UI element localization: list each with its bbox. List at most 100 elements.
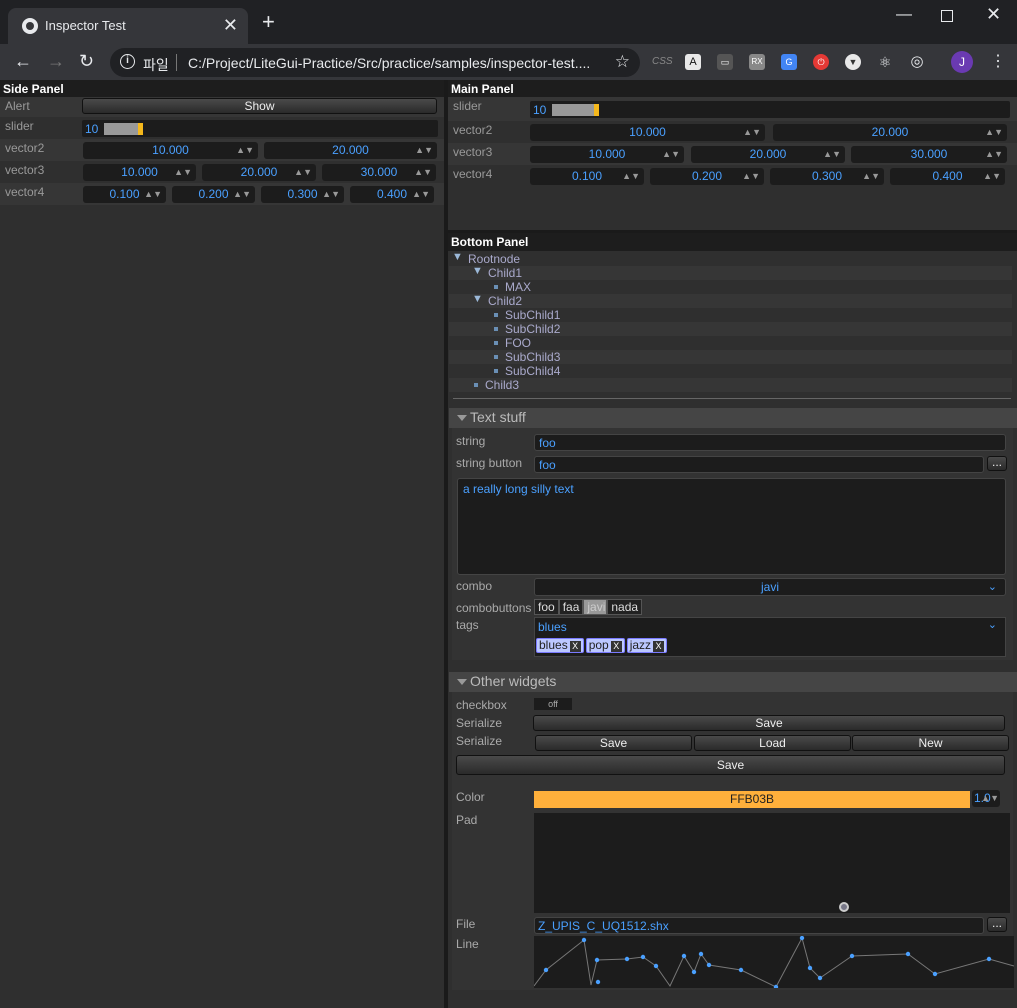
spinner-icon[interactable]: ▲▼ xyxy=(174,164,192,181)
menu-icon[interactable]: ⋮ xyxy=(990,51,1006,71)
shield-extension-icon[interactable]: ▼ xyxy=(845,54,861,70)
vector4-y-input[interactable]: 0.200 ▲▼ xyxy=(172,186,255,203)
color-picker[interactable]: FFB03B xyxy=(534,791,970,808)
reload-icon[interactable]: ↻ xyxy=(79,51,94,72)
chevron-down-icon[interactable]: ⌄ xyxy=(988,579,997,596)
expand-arrow-icon[interactable]: ▼ xyxy=(472,293,483,305)
alpha-input[interactable]: 1.0 ▲▼ xyxy=(972,790,1000,807)
vector2-x-input[interactable]: 10.000 ▲▼ xyxy=(530,124,765,141)
combobutton-foo[interactable]: foo xyxy=(534,599,559,615)
vector3-y-input[interactable]: 20.000 ▲▼ xyxy=(691,146,845,163)
css-extension-icon[interactable]: CSS xyxy=(652,54,673,70)
spinner-icon[interactable]: ▲▼ xyxy=(622,168,640,185)
tree-node-subchild1[interactable]: SubChild1 xyxy=(449,308,1012,322)
new-button[interactable]: New xyxy=(852,735,1009,751)
checkbox-toggle[interactable]: off xyxy=(534,698,572,710)
spinner-icon[interactable]: ▲▼ xyxy=(144,186,162,203)
tree-node-subchild3[interactable]: SubChild3 xyxy=(449,350,1012,364)
target-extension-icon[interactable]: ◎ xyxy=(909,54,925,70)
spinner-icon[interactable]: ▲▼ xyxy=(294,164,312,181)
spinner-icon[interactable]: ▲▼ xyxy=(233,186,251,203)
pad-handle[interactable] xyxy=(839,902,849,912)
combobutton-faa[interactable]: faa xyxy=(558,599,584,615)
expand-arrow-icon[interactable]: ▼ xyxy=(452,251,463,263)
vector3-z-input[interactable]: 30.000 ▲▼ xyxy=(322,164,436,181)
spinner-icon[interactable]: ▲▼ xyxy=(322,186,340,203)
spinner-icon[interactable]: ▲▼ xyxy=(412,186,430,203)
other-widgets-header[interactable]: Other widgets xyxy=(449,672,1017,692)
string-input[interactable]: foo xyxy=(534,434,1006,451)
spinner-icon[interactable]: ▲▼ xyxy=(742,168,760,185)
tags-select[interactable]: blues xyxy=(538,620,567,634)
tree-node-rootnode[interactable]: ▼ Rootnode xyxy=(449,251,1012,266)
spinner-icon[interactable]: ▲▼ xyxy=(662,146,680,163)
tree-node-child1[interactable]: ▼ Child1 xyxy=(449,265,1012,280)
remove-tag-icon[interactable]: X xyxy=(569,641,581,652)
vector3-x-input[interactable]: 10.000 ▲▼ xyxy=(530,146,684,163)
vector3-y-input[interactable]: 20.000 ▲▼ xyxy=(202,164,316,181)
info-icon[interactable]: i xyxy=(120,54,135,69)
vector4-x-input[interactable]: 0.100 ▲▼ xyxy=(530,168,644,185)
string-button-input[interactable]: foo xyxy=(534,456,984,473)
profile-avatar[interactable]: J xyxy=(951,51,973,73)
vector3-x-input[interactable]: 10.000 ▲▼ xyxy=(83,164,196,181)
load-button[interactable]: Load xyxy=(694,735,851,751)
vector2-y-input[interactable]: 20.000 ▲▼ xyxy=(773,124,1007,141)
vector4-z-input[interactable]: 0.300 ▲▼ xyxy=(261,186,344,203)
vector3-z-input[interactable]: 30.000 ▲▼ xyxy=(851,146,1007,163)
spinner-icon[interactable]: ▲▼ xyxy=(981,790,999,807)
spinner-icon[interactable]: ▲▼ xyxy=(236,142,254,159)
spinner-icon[interactable]: ▲▼ xyxy=(414,164,432,181)
address-bar[interactable]: i 파일 C:/Project/LiteGui-Practice/Src/pra… xyxy=(110,48,640,77)
window-close-icon[interactable]: ✕ xyxy=(986,4,1001,25)
string-dots-button[interactable]: ... xyxy=(987,456,1007,471)
rx-extension-icon[interactable]: RX xyxy=(749,54,765,70)
spinner-icon[interactable]: ▲▼ xyxy=(743,124,761,141)
vector4-z-input[interactable]: 0.300 ▲▼ xyxy=(770,168,884,185)
long-text-area[interactable]: a really long silly text xyxy=(457,478,1006,575)
vector2-x-input[interactable]: 10.000 ▲▼ xyxy=(83,142,258,159)
vector4-x-input[interactable]: 0.100 ▲▼ xyxy=(83,186,166,203)
show-button[interactable]: Show xyxy=(82,98,437,114)
spinner-icon[interactable]: ▲▼ xyxy=(823,146,841,163)
vector4-y-input[interactable]: 0.200 ▲▼ xyxy=(650,168,764,185)
save-button[interactable]: Save xyxy=(533,715,1005,731)
save-button-2[interactable]: Save xyxy=(535,735,692,751)
collapse-arrow-icon[interactable] xyxy=(457,679,467,685)
slider-handle[interactable] xyxy=(594,104,599,116)
spinner-icon[interactable]: ▲▼ xyxy=(985,146,1003,163)
spinner-icon[interactable]: ▲▼ xyxy=(985,124,1003,141)
combobutton-nada[interactable]: nada xyxy=(607,599,643,615)
browser-tab[interactable]: Inspector Test ✕ xyxy=(8,8,248,44)
vector2-y-input[interactable]: 20.000 ▲▼ xyxy=(264,142,437,159)
slider[interactable]: 10 xyxy=(82,120,438,137)
line-editor[interactable] xyxy=(534,936,1014,988)
main-slider[interactable]: 10 xyxy=(530,101,1010,118)
text-stuff-header[interactable]: Text stuff xyxy=(449,408,1017,428)
pad-area[interactable] xyxy=(534,813,1010,913)
screen-extension-icon[interactable]: ▭ xyxy=(717,54,733,70)
vector4-w-input[interactable]: 0.400 ▲▼ xyxy=(350,186,434,203)
save-full-button[interactable]: Save xyxy=(456,755,1005,775)
tree-node-child2[interactable]: ▼ Child2 xyxy=(449,293,1012,308)
file-input[interactable]: Z_UPIS_C_UQ1512.shx xyxy=(534,917,984,934)
remove-tag-icon[interactable]: X xyxy=(653,641,665,652)
react-extension-icon[interactable]: ⚛ xyxy=(877,54,893,70)
minimize-icon[interactable]: — xyxy=(896,6,912,24)
spinner-icon[interactable]: ▲▼ xyxy=(862,168,880,185)
spinner-icon[interactable]: ▲▼ xyxy=(983,168,1001,185)
spinner-icon[interactable]: ▲▼ xyxy=(415,142,433,159)
tree-node-subchild4[interactable]: SubChild4 xyxy=(449,364,1012,378)
tab-close-icon[interactable]: ✕ xyxy=(223,15,238,36)
combo-select[interactable]: javi ⌄ xyxy=(534,578,1006,596)
remove-tag-icon[interactable]: X xyxy=(610,641,622,652)
power-extension-icon[interactable]: ⏻ xyxy=(813,54,829,70)
collapse-arrow-icon[interactable] xyxy=(457,415,467,421)
translate-extension-icon[interactable]: G xyxy=(781,54,797,70)
back-icon[interactable]: ← xyxy=(14,51,32,72)
chevron-down-icon[interactable]: ⌄ xyxy=(988,618,997,631)
new-tab-icon[interactable]: + xyxy=(262,11,275,33)
slider-handle[interactable] xyxy=(138,123,143,135)
tree-node-foo[interactable]: FOO xyxy=(449,336,1012,350)
tree-node-max[interactable]: MAX xyxy=(449,280,1012,294)
